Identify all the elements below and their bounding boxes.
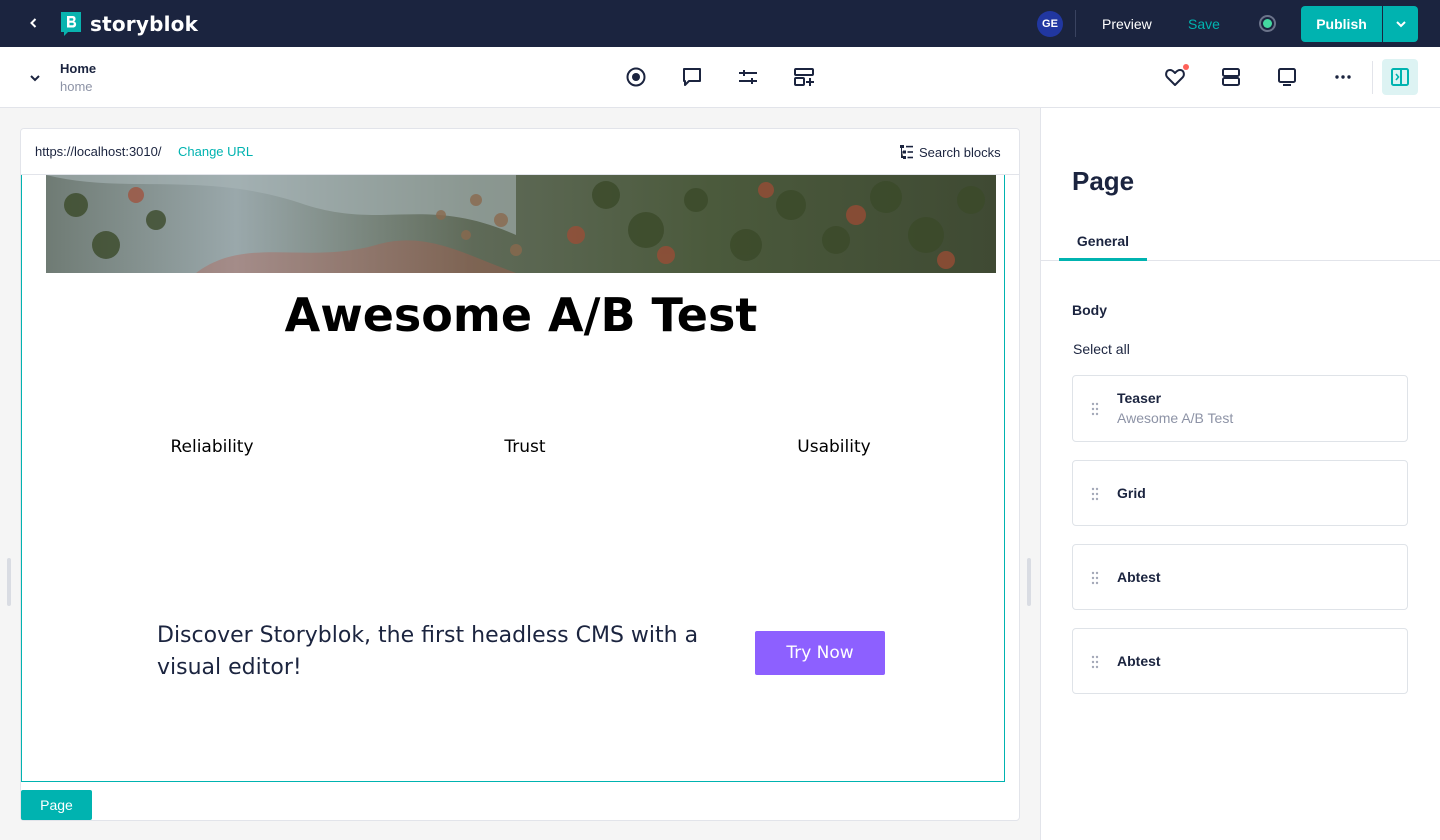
toggle-panel-button[interactable] (1382, 59, 1418, 95)
block-name: Abtest (1117, 653, 1161, 669)
publish-options-button[interactable] (1383, 6, 1418, 42)
preview-button[interactable]: Preview (1092, 10, 1162, 37)
save-button[interactable]: Save (1178, 10, 1230, 37)
hero-forest-image (46, 175, 996, 273)
logo-text: storyblok (90, 12, 199, 36)
layout-rows-icon (1222, 68, 1240, 86)
hero-image (46, 175, 996, 273)
comment-icon (683, 68, 701, 86)
drag-handle-icon[interactable] (1091, 402, 1099, 416)
resize-handle-left[interactable] (7, 558, 11, 606)
panel-title: Page (1072, 166, 1135, 196)
block-name: Abtest (1117, 569, 1161, 585)
block-editor-panel: Page General Body Select all Teaser Awes… (1040, 108, 1440, 840)
page-block-outline[interactable]: Awesome A/B Test Reliability Trust Usabi… (21, 175, 1005, 782)
record-icon (626, 67, 646, 87)
drag-handle-icon[interactable] (1091, 655, 1099, 669)
change-url-link[interactable]: Change URL (178, 144, 253, 159)
device-preview-button[interactable] (1275, 65, 1299, 89)
block-subtitle: Awesome A/B Test (1117, 410, 1234, 426)
select-all-button[interactable]: Select all (1073, 341, 1130, 357)
favorites-button[interactable] (1163, 64, 1189, 89)
chevron-down-icon (30, 75, 40, 82)
block-item-grid[interactable]: Grid (1072, 460, 1408, 526)
monitor-icon (1278, 68, 1296, 86)
user-avatar[interactable]: GE (1037, 11, 1063, 37)
settings-button[interactable] (736, 65, 760, 89)
story-menu-toggle[interactable] (24, 67, 46, 89)
storyblok-logo-icon (61, 12, 81, 36)
record-button[interactable] (624, 65, 648, 89)
back-button[interactable] (22, 11, 46, 35)
more-options-button[interactable] (1331, 65, 1355, 89)
teaser-headline: Awesome A/B Test (284, 288, 758, 342)
notification-dot (1183, 64, 1189, 70)
search-blocks-button[interactable]: Search blocks (899, 143, 1001, 161)
topbar-divider (1075, 10, 1076, 37)
feature-reliability: Reliability (170, 437, 254, 457)
block-item-abtest[interactable]: Abtest (1072, 628, 1408, 694)
feature-trust: Trust (504, 437, 546, 457)
preview-url: https://localhost:3010/ (35, 144, 162, 159)
drag-handle-icon[interactable] (1091, 487, 1099, 501)
more-horizontal-icon (1335, 75, 1351, 79)
tab-general[interactable]: General (1059, 224, 1147, 261)
try-now-button[interactable]: Try Now (755, 631, 885, 675)
search-blocks-label: Search blocks (919, 144, 1001, 160)
cta-description: Discover Storyblok, the first headless C… (157, 623, 699, 680)
chevron-down-icon (1395, 21, 1406, 28)
block-item-abtest[interactable]: Abtest (1072, 544, 1408, 610)
status-indicator-icon[interactable] (1259, 15, 1276, 32)
drag-handle-icon[interactable] (1091, 571, 1099, 585)
top-bar: storyblok GE Preview Save Publish (0, 0, 1440, 47)
block-name: Teaser (1117, 390, 1162, 406)
page-block-tag[interactable]: Page (21, 790, 92, 820)
sidebar-panel-icon (1391, 68, 1409, 86)
chevron-left-icon (30, 18, 37, 28)
body-field-label: Body (1072, 302, 1107, 318)
tree-list-icon (900, 145, 913, 159)
add-block-icon (794, 68, 814, 86)
publish-button[interactable]: Publish (1301, 6, 1382, 42)
feature-usability: Usability (797, 437, 871, 457)
status-dot (1263, 19, 1272, 28)
storyblok-logo[interactable]: storyblok (60, 11, 198, 37)
block-item-teaser[interactable]: Teaser Awesome A/B Test (1072, 375, 1408, 442)
panel-tabs: General (1041, 224, 1440, 261)
heart-icon (1165, 69, 1185, 86)
story-slug: home (60, 79, 93, 94)
add-block-button[interactable] (792, 65, 816, 89)
preview-frame: https://localhost:3010/ Change URL Searc… (20, 128, 1020, 821)
sliders-icon (739, 70, 757, 84)
story-toolbar: Home home (0, 47, 1440, 108)
block-name: Grid (1117, 485, 1146, 501)
layout-button[interactable] (1219, 65, 1243, 89)
comments-button[interactable] (680, 65, 704, 89)
resize-handle-right[interactable] (1027, 558, 1031, 606)
toolbar-divider (1372, 61, 1373, 94)
url-bar: https://localhost:3010/ Change URL Searc… (21, 129, 1019, 175)
story-name: Home (60, 61, 97, 76)
